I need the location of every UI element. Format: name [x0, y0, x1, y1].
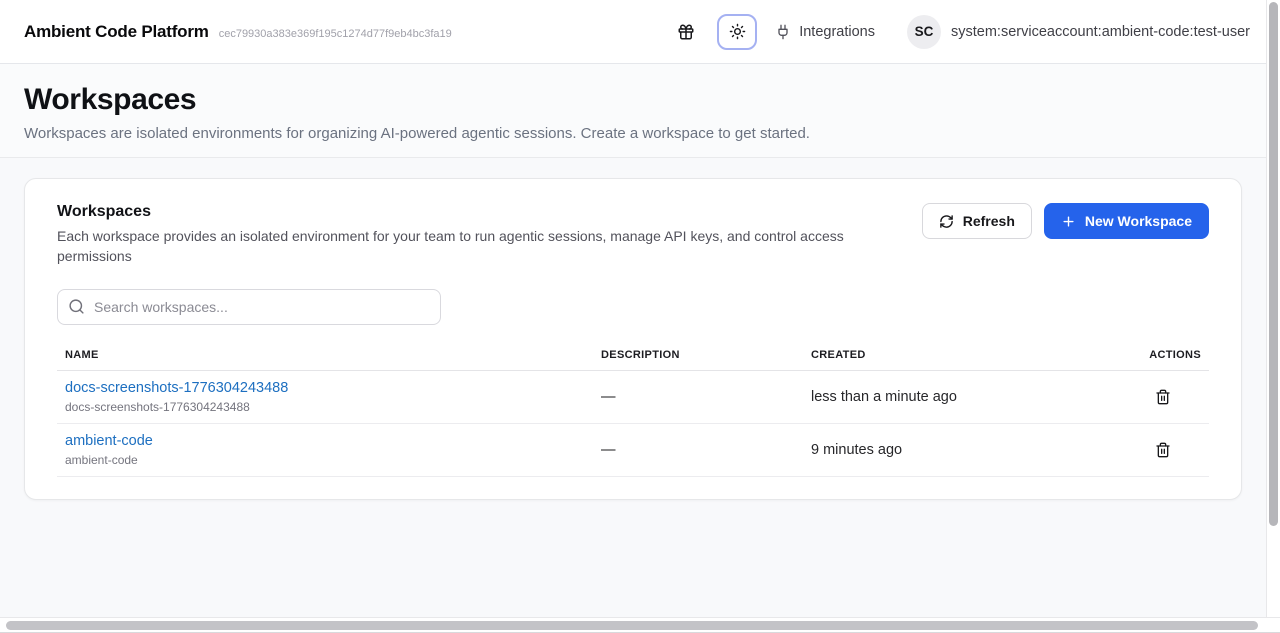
page-heading-section: Workspaces Workspaces are isolated envir…: [0, 64, 1266, 158]
workspace-link[interactable]: ambient-code: [65, 433, 153, 449]
card-header-text: Workspaces Each workspace provides an is…: [57, 203, 877, 266]
card-header: Workspaces Each workspace provides an is…: [57, 203, 1209, 266]
top-header: Ambient Code Platform cec79930a383e369f1…: [0, 0, 1266, 64]
workspace-actions-cell: [1089, 371, 1209, 424]
integrations-label: Integrations: [799, 24, 875, 40]
column-header-description: DESCRIPTION: [593, 340, 803, 371]
trash-icon: [1155, 442, 1171, 458]
search-container: [57, 289, 441, 325]
theme-toggle-button[interactable]: [717, 14, 757, 50]
workspace-link[interactable]: docs-screenshots-1776304243488: [65, 380, 288, 396]
main-content: Workspaces Each workspace provides an is…: [0, 158, 1266, 520]
column-header-created: CREATED: [803, 340, 1089, 371]
refresh-label: Refresh: [963, 213, 1015, 229]
search-input[interactable]: [57, 289, 441, 325]
user-menu[interactable]: SC system:serviceaccount:ambient-code:te…: [907, 15, 1250, 49]
workspace-name-cell: docs-screenshots-1776304243488 docs-scre…: [57, 371, 593, 424]
card-actions: Refresh New Workspace: [922, 203, 1209, 239]
user-name: system:serviceaccount:ambient-code:test-…: [951, 24, 1250, 40]
page-subtitle: Workspaces are isolated environments for…: [24, 125, 1242, 142]
avatar[interactable]: SC: [907, 15, 941, 49]
gift-icon: [677, 23, 695, 41]
table-row: ambient-code ambient-code — 9 minutes ag…: [57, 424, 1209, 477]
workspace-subtitle: docs-screenshots-1776304243488: [65, 400, 593, 414]
new-workspace-label: New Workspace: [1085, 213, 1192, 229]
gift-button[interactable]: [673, 19, 699, 45]
workspaces-card: Workspaces Each workspace provides an is…: [24, 178, 1242, 500]
app-root: Ambient Code Platform cec79930a383e369f1…: [0, 0, 1280, 633]
card-title: Workspaces: [57, 203, 877, 221]
delete-workspace-button[interactable]: [1147, 434, 1179, 466]
table-header-row: NAME DESCRIPTION CREATED ACTIONS: [57, 340, 1209, 371]
workspace-created-cell: 9 minutes ago: [803, 424, 1089, 477]
page-title: Workspaces: [24, 83, 1242, 117]
build-hash: cec79930a383e369f195c1274d77f9eb4bc3fa19: [219, 28, 452, 40]
new-workspace-button[interactable]: New Workspace: [1044, 203, 1209, 239]
vertical-scrollbar-thumb[interactable]: [1269, 2, 1278, 526]
vertical-scrollbar[interactable]: [1266, 0, 1280, 617]
workspace-description-cell: —: [593, 371, 803, 424]
refresh-icon: [939, 214, 954, 229]
plug-icon: [775, 24, 791, 40]
column-header-name: NAME: [57, 340, 593, 371]
workspace-name-cell: ambient-code ambient-code: [57, 424, 593, 477]
header-actions: Integrations SC system:serviceaccount:am…: [673, 14, 1250, 50]
workspace-description-cell: —: [593, 424, 803, 477]
table-row: docs-screenshots-1776304243488 docs-scre…: [57, 371, 1209, 424]
horizontal-scrollbar-thumb[interactable]: [6, 621, 1258, 630]
workspace-actions-cell: [1089, 424, 1209, 477]
trash-icon: [1155, 389, 1171, 405]
brand: Ambient Code Platform cec79930a383e369f1…: [24, 22, 452, 42]
sun-icon: [729, 23, 746, 40]
horizontal-scrollbar[interactable]: [0, 617, 1280, 633]
refresh-button[interactable]: Refresh: [922, 203, 1032, 239]
delete-workspace-button[interactable]: [1147, 381, 1179, 413]
workspace-created-cell: less than a minute ago: [803, 371, 1089, 424]
workspaces-table: NAME DESCRIPTION CREATED ACTIONS docs-sc…: [57, 340, 1209, 477]
column-header-actions: ACTIONS: [1089, 340, 1209, 371]
workspace-subtitle: ambient-code: [65, 453, 593, 467]
plus-icon: [1061, 214, 1076, 229]
integrations-button[interactable]: Integrations: [775, 24, 875, 40]
card-description: Each workspace provides an isolated envi…: [57, 226, 877, 266]
app-title: Ambient Code Platform: [24, 22, 209, 42]
